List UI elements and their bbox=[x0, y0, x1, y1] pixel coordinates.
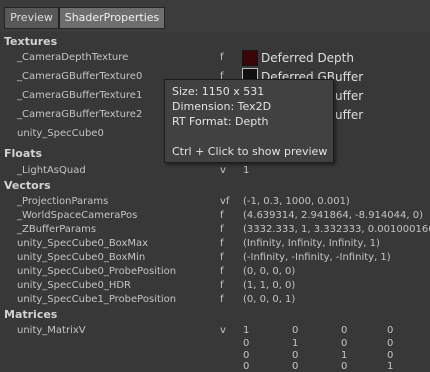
property-type: f bbox=[220, 252, 224, 263]
property-value: (1, 1, 0, 0) bbox=[243, 280, 296, 291]
property-value: (-1, 0.3, 1000, 0.001) bbox=[243, 196, 350, 207]
tab-shader-properties[interactable]: ShaderProperties bbox=[59, 7, 165, 29]
property-name: unity_SpecCube0_BoxMax bbox=[17, 238, 149, 249]
property-name: _LightAsQuad bbox=[17, 165, 86, 176]
matrix-cell: 0 bbox=[387, 338, 394, 349]
vector-row: _ProjectionParams vf (-1, 0.3, 1000, 0.0… bbox=[0, 196, 430, 210]
vector-row: unity_SpecCube0_HDR f (1, 1, 0, 0) bbox=[0, 280, 430, 294]
vector-row: unity_SpecCube0_BoxMin f (-Infinity, -In… bbox=[0, 252, 430, 266]
property-value: 1 bbox=[243, 165, 250, 176]
matrix-cell: 0 bbox=[243, 338, 250, 349]
matrix-cell: 1 bbox=[243, 325, 250, 336]
matrix-cell: 0 bbox=[341, 361, 348, 372]
section-matrices-header: Matrices bbox=[4, 308, 58, 321]
property-type: f bbox=[220, 280, 224, 291]
property-type: f bbox=[220, 224, 224, 235]
property-name: unity_SpecCube1_ProbePosition bbox=[17, 294, 177, 305]
matrix-cell: 0 bbox=[292, 361, 299, 372]
tooltip-format: RT Format: Depth bbox=[172, 115, 269, 128]
tooltip-dimension: Dimension: Tex2D bbox=[172, 100, 272, 113]
matrix-cell: 0 bbox=[387, 350, 394, 361]
tooltip-size: Size: 1150 x 531 bbox=[172, 85, 265, 98]
matrix-cell: 0 bbox=[341, 338, 348, 349]
property-value: (0, 0, 0, 1) bbox=[243, 294, 296, 305]
property-value: (Infinity, Infinity, Infinity, 1) bbox=[243, 238, 380, 249]
property-name: unity_SpecCube0_ProbePosition bbox=[17, 266, 177, 277]
section-textures-header: Textures bbox=[4, 35, 58, 48]
matrix-row: unity_MatrixV v bbox=[0, 325, 430, 339]
matrix-cell: 1 bbox=[292, 338, 299, 349]
property-name: _CameraGBufferTexture2 bbox=[17, 109, 143, 120]
matrix-cell: 0 bbox=[243, 350, 250, 361]
vector-row: _ZBufferParams f (3332.333, 1, 3.332333,… bbox=[0, 224, 430, 238]
property-name: unity_SpecCube0_BoxMin bbox=[17, 252, 146, 263]
texture-info-tooltip: Size: 1150 x 531 Dimension: Tex2D RT For… bbox=[164, 79, 334, 163]
texture-row[interactable]: _CameraDepthTexture f Deferred Depth bbox=[0, 50, 430, 66]
property-name: _ProjectionParams bbox=[17, 196, 109, 207]
property-type: f bbox=[220, 294, 224, 305]
property-name: unity_SpecCube0_HDR bbox=[17, 280, 131, 291]
property-type: f bbox=[220, 52, 224, 63]
property-value: (3332.333, 1, 3.332333, 0.001000166) bbox=[243, 224, 430, 235]
property-type: vf bbox=[220, 196, 230, 207]
property-name: _ZBufferParams bbox=[17, 224, 97, 235]
vector-row: _WorldSpaceCameraPos f (4.639314, 2.9418… bbox=[0, 210, 430, 224]
property-value: (0, 0, 0, 0) bbox=[243, 266, 296, 277]
property-name: _CameraGBufferTexture1 bbox=[17, 90, 143, 101]
property-name: unity_MatrixV bbox=[17, 325, 86, 336]
matrix-cell: 1 bbox=[341, 350, 348, 361]
matrix-cell: 0 bbox=[243, 361, 250, 372]
property-value: (4.639314, 2.941864, -8.914044, 0) bbox=[243, 210, 423, 221]
matrix-cell: 1 bbox=[387, 361, 394, 372]
property-type: v bbox=[220, 325, 226, 336]
vector-row: unity_SpecCube1_ProbePosition f (0, 0, 0… bbox=[0, 294, 430, 308]
property-type: v bbox=[220, 165, 226, 176]
float-row: _LightAsQuad v 1 bbox=[0, 165, 430, 179]
tooltip-hint: Ctrl + Click to show preview bbox=[172, 145, 328, 158]
property-value: (-Infinity, -Infinity, -Infinity, 1) bbox=[243, 252, 391, 263]
vector-row: unity_SpecCube0_ProbePosition f (0, 0, 0… bbox=[0, 266, 430, 280]
property-type: f bbox=[220, 210, 224, 221]
section-floats-header: Floats bbox=[4, 147, 43, 160]
tab-preview[interactable]: Preview bbox=[4, 7, 59, 29]
matrix-cell: 0 bbox=[341, 325, 348, 336]
section-vectors-header: Vectors bbox=[4, 179, 51, 192]
property-name: unity_SpecCube0 bbox=[17, 128, 104, 139]
matrix-cell: 0 bbox=[387, 325, 394, 336]
property-name: _CameraDepthTexture bbox=[17, 52, 129, 63]
property-name: _WorldSpaceCameraPos bbox=[17, 210, 138, 221]
property-type: f bbox=[220, 238, 224, 249]
property-name: _CameraGBufferTexture0 bbox=[17, 71, 143, 82]
texture-label: Deferred Depth bbox=[261, 51, 354, 65]
matrix-cell: 0 bbox=[292, 325, 299, 336]
texture-thumbnail[interactable] bbox=[242, 50, 258, 66]
toolbar: Preview ShaderProperties bbox=[0, 0, 430, 32]
property-type: f bbox=[220, 266, 224, 277]
vector-row: unity_SpecCube0_BoxMax f (Infinity, Infi… bbox=[0, 238, 430, 252]
matrix-cell: 0 bbox=[292, 350, 299, 361]
